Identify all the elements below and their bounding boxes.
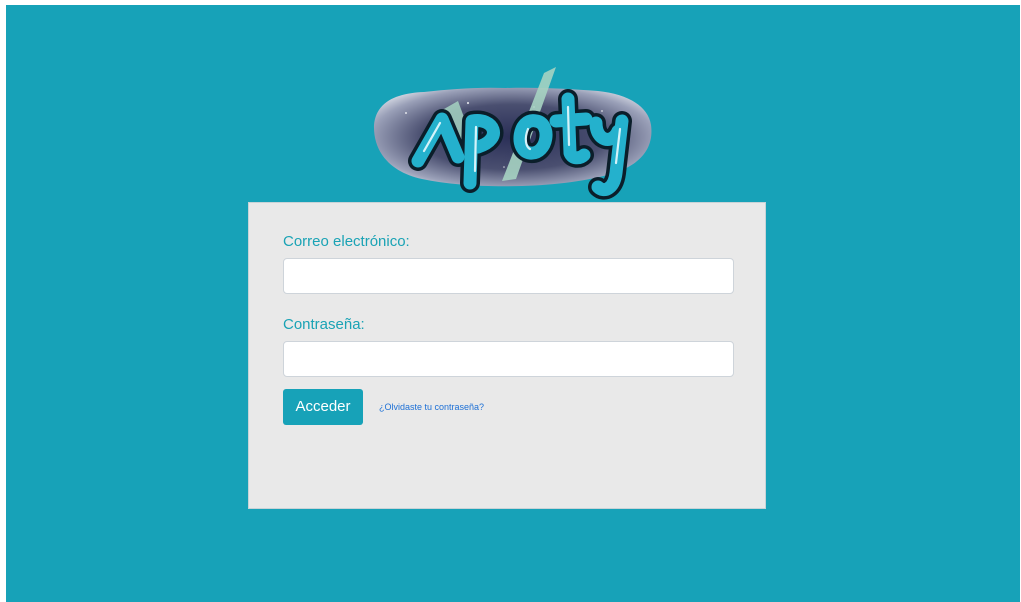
password-label: Contraseña: <box>283 316 365 333</box>
login-form: Correo electrónico: Contraseña: Acceder … <box>248 202 766 509</box>
apoty-logo-icon <box>373 67 652 200</box>
forgot-password-link[interactable]: ¿Olvidaste tu contraseña? <box>379 402 484 413</box>
password-field[interactable] <box>283 341 734 377</box>
email-field[interactable] <box>283 258 734 294</box>
submit-button[interactable]: Acceder <box>283 389 363 425</box>
email-label: Correo electrónico: <box>283 233 410 250</box>
apoty-logo <box>366 63 656 208</box>
login-page: Correo electrónico: Contraseña: Acceder … <box>6 5 1020 602</box>
